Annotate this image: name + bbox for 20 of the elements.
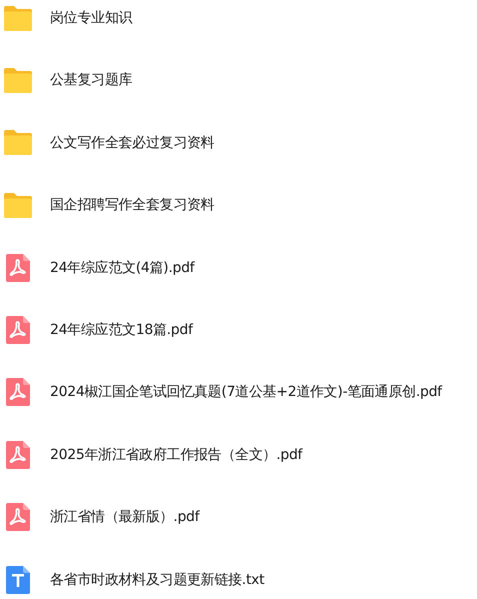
pdf-file-icon <box>6 378 30 406</box>
pdf-file-icon <box>6 254 30 282</box>
file-name[interactable]: 公基复习题库 <box>50 64 132 96</box>
text-file-icon <box>6 566 30 594</box>
file-name[interactable]: 浙江省情（最新版）.pdf <box>50 501 200 534</box>
folder-icon <box>3 192 33 219</box>
pdf-file-icon <box>6 503 30 532</box>
file-name[interactable]: 2025年浙江省政府工作报告（全文）.pdf <box>50 438 302 471</box>
folder-icon <box>3 66 33 94</box>
file-name[interactable]: 24年综应范文(4篇).pdf <box>50 252 194 284</box>
file-name[interactable]: 各省市时政材料及习题更新链接.txt <box>50 564 264 596</box>
file-name[interactable]: 2024椒江国企笔试回忆真题(7道公基+2道作文)-笔面通原创.pdf <box>50 376 442 408</box>
file-name[interactable]: 公文写作全套必过复习资料 <box>50 126 214 159</box>
file-name[interactable]: 国企招聘写作全套复习资料 <box>50 189 214 222</box>
file-name[interactable]: 岗位专业知识 <box>50 2 132 34</box>
pdf-file-icon <box>6 440 30 469</box>
pdf-file-icon <box>6 316 30 344</box>
file-name[interactable]: 24年综应范文18篇.pdf <box>50 314 193 346</box>
folder-icon <box>3 129 33 156</box>
folder-icon <box>3 4 33 32</box>
